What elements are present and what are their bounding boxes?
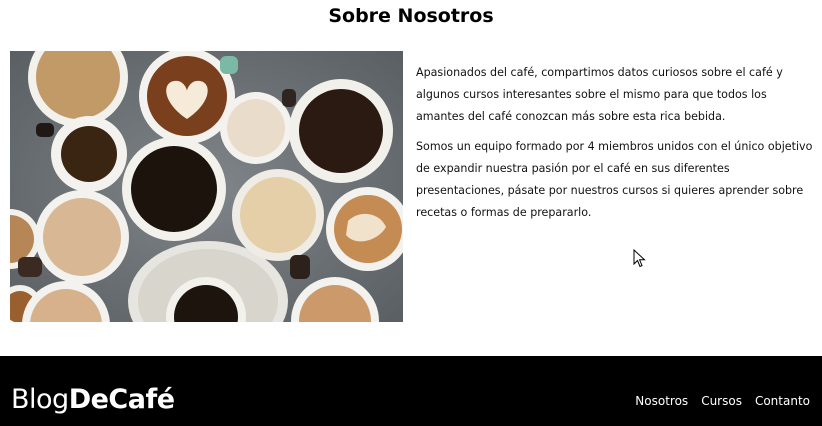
- nav-link-cursos[interactable]: Cursos: [701, 394, 742, 408]
- page: Sobre Nosotros Apasionados del café, com…: [0, 0, 822, 426]
- about-paragraph-2: Somos un equipo formado por 4 miembros u…: [416, 140, 813, 219]
- site-logo[interactable]: BlogDeCafé: [11, 383, 175, 417]
- about-description: Apasionados del café, compartimos datos …: [416, 62, 816, 232]
- coffee-cups-illustration: [10, 51, 403, 322]
- mouse-pointer-icon: [633, 249, 646, 268]
- footer-nav: Nosotros Cursos Contanto: [635, 394, 810, 408]
- about-paragraph-1: Apasionados del café, compartimos datos …: [416, 66, 783, 123]
- nav-link-nosotros[interactable]: Nosotros: [635, 394, 688, 408]
- logo-text-light: Blog: [11, 384, 69, 415]
- nav-link-contanto[interactable]: Contanto: [755, 394, 810, 408]
- logo-text-bold: DeCafé: [68, 384, 175, 415]
- site-footer: BlogDeCafé Nosotros Cursos Contanto: [0, 356, 822, 426]
- section-title: Sobre Nosotros: [328, 5, 494, 27]
- coffee-cups-image: [10, 51, 403, 322]
